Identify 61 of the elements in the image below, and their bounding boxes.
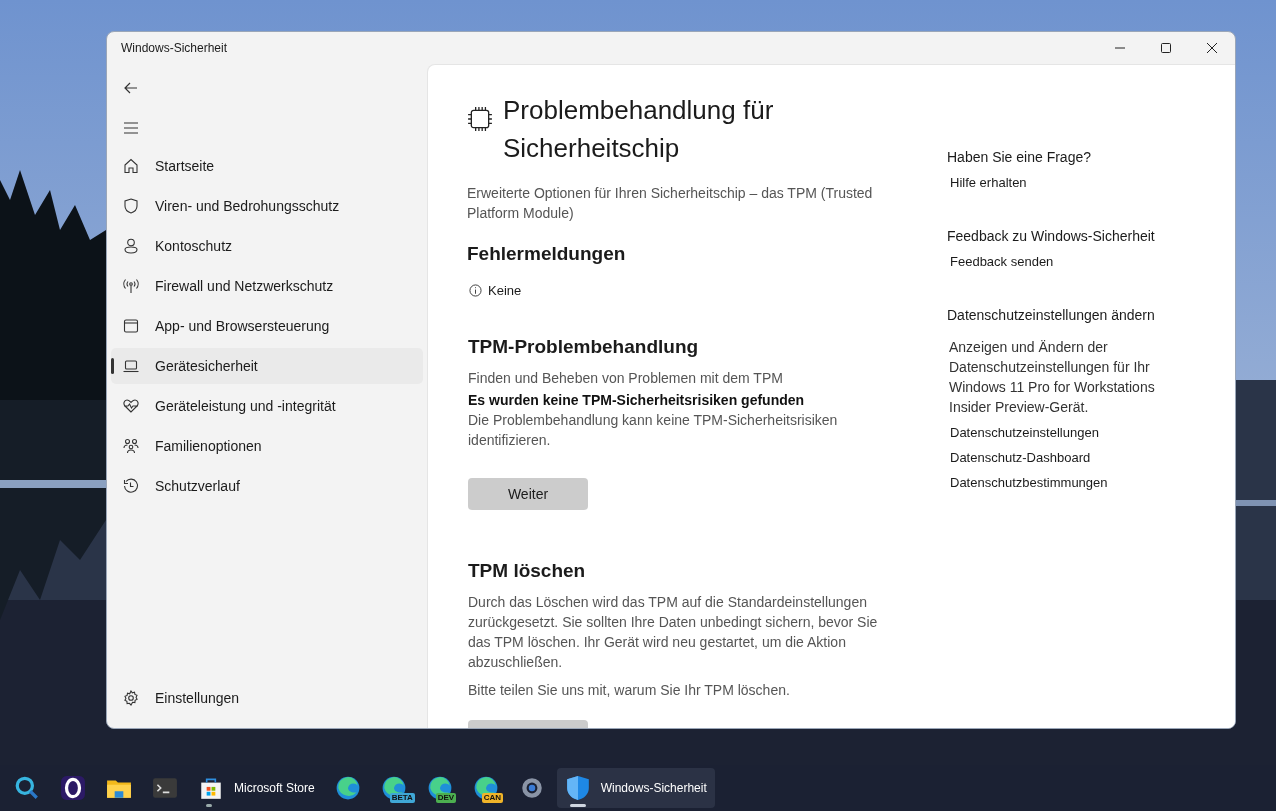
taskbar-button[interactable]: BETA	[372, 768, 415, 808]
page-title: Problembehandlung für Sicherheitschip	[503, 94, 775, 165]
sidebar-item[interactable]: Viren- und Bedrohungsschutz	[111, 188, 423, 224]
section-heading: Fehlermeldungen	[467, 243, 627, 265]
ring-icon	[60, 775, 86, 801]
running-indicator	[206, 804, 212, 807]
search-icon	[14, 775, 40, 801]
sidebar-item[interactable]: Kontoschutz	[111, 228, 423, 264]
continue-button[interactable]: Weiter	[468, 478, 588, 510]
sidebar-item[interactable]: App- und Browsersteuerung	[111, 308, 423, 344]
family-icon	[123, 438, 139, 454]
terminal-icon	[152, 775, 178, 801]
aside-heading: Datenschutzeinstellungen ändern	[947, 307, 1155, 323]
channel-badge: BETA	[389, 793, 415, 803]
description-text: Durch das Löschen wird das TPM auf die Standardeinstellungen zurückgesetzt. Sie sollten Ihre Daten unbedingt sichern, bevor Sie das TPM löschen. Ihr Gerät wird neu gestartet, um die Aktion abzuschließen.	[468, 593, 879, 672]
sidebar-item[interactable]: Startseite	[111, 148, 423, 184]
antenna-icon	[123, 278, 139, 294]
shield-icon	[564, 775, 591, 801]
window-icon	[123, 318, 139, 334]
sidebar-item[interactable]: Firewall und Netzwerkschutz	[111, 268, 423, 304]
shield-icon	[123, 198, 139, 214]
history-icon	[123, 478, 139, 494]
link[interactable]: Datenschutz-Dashboard	[950, 450, 1091, 465]
settings-item[interactable]: Einstellungen	[111, 680, 423, 716]
taskbar-button[interactable]: Microsoft Store	[190, 768, 323, 808]
menu-icon[interactable]	[123, 120, 139, 136]
chip-icon	[467, 106, 493, 132]
taskbar-button[interactable]: DEV	[418, 768, 461, 808]
section-heading: TPM löschen	[468, 560, 587, 582]
link[interactable]: Hilfe erhalten	[950, 175, 1027, 190]
description-text: Die Problembehandlung kann keine TPM-Sicherheitsrisiken identifizieren.	[468, 411, 839, 450]
swirl-icon	[334, 775, 361, 801]
laptop-icon	[123, 358, 139, 374]
channel-badge: CAN	[481, 793, 504, 803]
page-description: Erweiterte Optionen für Ihren Sicherheitschip – das TPM (Trusted Platform Module)	[467, 184, 874, 223]
sidebar-item[interactable]: Geräteleistung und -integrität	[111, 388, 423, 424]
link[interactable]: Feedback senden	[950, 254, 1054, 269]
home-icon	[123, 158, 139, 174]
aside-text: Anzeigen und Ändern der Datenschutzeinstellungen für Ihr Windows 11 Pro for Workstations Insider Preview-Gerät.	[949, 338, 1156, 417]
section-heading: TPM-Problembehandlung	[468, 336, 700, 358]
back-arrow-icon[interactable]	[123, 80, 139, 96]
description-text: Bitte teilen Sie uns mit, warum Sie Ihr TPM löschen.	[468, 681, 791, 700]
error-status: Keine	[488, 283, 522, 298]
link[interactable]: Datenschutzeinstellungen	[950, 425, 1099, 440]
sidebar-item[interactable]: Familienoptionen	[111, 428, 423, 464]
info-icon	[469, 284, 482, 297]
channel-badge: DEV	[435, 793, 457, 803]
person-icon	[123, 238, 139, 254]
sidebar-item[interactable]: Gerätesicherheit	[111, 348, 423, 384]
aside-heading: Feedback zu Windows-Sicherheit	[947, 228, 1155, 244]
taskbar-button[interactable]: CAN	[464, 768, 507, 808]
link[interactable]: Datenschutzbestimmungen	[950, 475, 1108, 490]
status-message: Es wurden keine TPM-Sicherheitsrisiken gefunden	[468, 391, 806, 410]
sidebar-item[interactable]: Schutzverlauf	[111, 468, 423, 504]
aside-heading: Haben Sie eine Frage?	[947, 149, 1091, 165]
heart-pulse-icon	[123, 398, 139, 414]
running-indicator	[569, 804, 586, 807]
description-text: Finden und Beheben von Problemen mit dem TPM	[468, 369, 784, 388]
window-title: Windows-Sicherheit	[121, 41, 228, 55]
settings-icon	[123, 690, 139, 706]
taskbar-button[interactable]: Windows-Sicherheit	[556, 768, 715, 808]
